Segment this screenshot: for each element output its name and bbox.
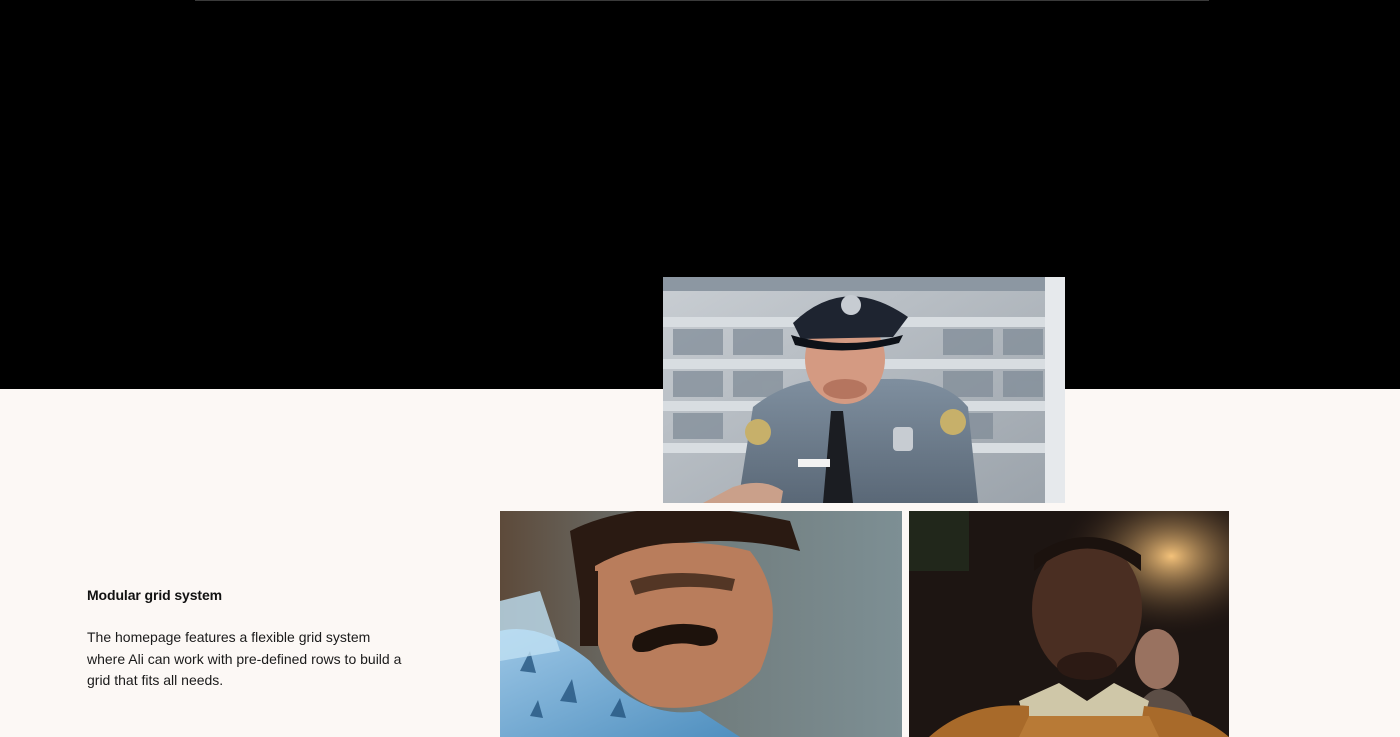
- film-still-man-in-sweater[interactable]: [909, 511, 1229, 737]
- divider: [195, 0, 1209, 1]
- mustache-man-image: [500, 511, 902, 737]
- film-still-police-officer[interactable]: [663, 277, 1065, 503]
- feature-body: The homepage features a flexible grid sy…: [87, 629, 402, 688]
- feature-description: Modular grid system The homepage feature…: [87, 585, 407, 692]
- police-officer-image: [663, 277, 1065, 503]
- man-in-sweater-image: [909, 511, 1229, 737]
- feature-title: Modular grid system: [87, 587, 223, 603]
- film-still-mustache-man[interactable]: [500, 511, 902, 737]
- case-study-section: Modular grid system The homepage feature…: [0, 0, 1400, 737]
